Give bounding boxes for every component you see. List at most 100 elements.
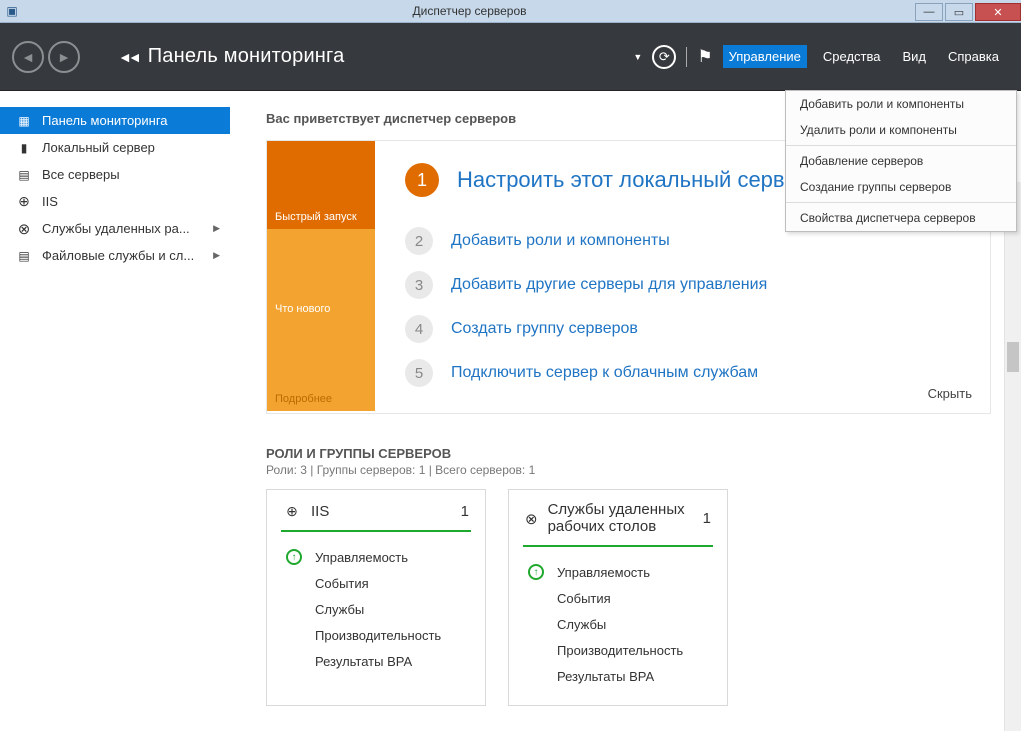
tile-row-label: Управляемость	[557, 565, 650, 580]
manage-dropdown: Добавить роли и компоненты Удалить роли …	[785, 90, 1017, 232]
tile-header: IIS 1	[283, 502, 469, 520]
tile-row[interactable]: События	[525, 585, 711, 611]
chevron-right-icon: ▶	[213, 250, 220, 261]
flag-icon[interactable]: ⚑	[697, 47, 712, 67]
tile-row[interactable]: Службы	[525, 611, 711, 637]
sidebar-item-rds[interactable]: Службы удаленных ра... ▶	[0, 215, 230, 242]
menu-tools[interactable]: Средства	[817, 45, 887, 68]
status-bar	[281, 530, 471, 532]
sidebar-item-label: Панель мониторинга	[42, 113, 168, 128]
maximize-button[interactable]: ▭	[945, 3, 973, 21]
step-label: Настроить этот локальный серв	[457, 167, 785, 193]
header-right: ▼ ⟳ ⚑ Управление Средства Вид Справка	[633, 45, 1005, 69]
sidebar-item-iis[interactable]: IIS	[0, 188, 230, 215]
tile-count: 1	[703, 510, 711, 527]
sidebar-item-label: Службы удаленных ра...	[42, 221, 190, 236]
tile-row[interactable]: ↑ Управляемость	[283, 544, 469, 570]
sidebar-item-all[interactable]: Все серверы	[0, 161, 230, 188]
menu-view[interactable]: Вид	[896, 45, 932, 68]
sidebar-item-fileservices[interactable]: Файловые службы и сл... ▶	[0, 242, 230, 269]
chevron-left-icon: ◄◄	[118, 49, 138, 65]
dd-separator	[786, 145, 1016, 146]
scrollbar-thumb[interactable]	[1007, 342, 1019, 372]
sidebar-item-local[interactable]: Локальный сервер	[0, 134, 230, 161]
tile-row[interactable]: Результаты BPA	[283, 648, 469, 674]
dd-remove-roles[interactable]: Удалить роли и компоненты	[786, 117, 1016, 143]
tile-header: Службы удаленных рабочих столов 1	[525, 502, 711, 535]
tiles-row: IIS 1 ↑ Управляемость События Службы Про…	[266, 489, 1021, 706]
chevron-right-icon: ▶	[213, 223, 220, 234]
servers-icon	[16, 167, 32, 183]
sidebar: Панель мониторинга Локальный сервер Все …	[0, 91, 230, 731]
tile-row-label: События	[315, 576, 369, 591]
header-bar: ◄ ► ◄◄ Панель мониторинга ▼ ⟳ ⚑ Управлен…	[0, 23, 1021, 91]
step-label: Добавить роли и компоненты	[451, 232, 670, 250]
whats-new-tab[interactable]: Что нового	[267, 229, 375, 321]
sidebar-item-dashboard[interactable]: Панель мониторинга	[0, 107, 230, 134]
divider	[686, 47, 687, 67]
rds-icon	[525, 510, 538, 528]
tile-row[interactable]: События	[283, 570, 469, 596]
status-up-icon: ↑	[527, 563, 545, 581]
panel-left-column: Быстрый запуск Что нового Подробнее	[267, 141, 375, 413]
tile-row-label: Службы	[315, 602, 364, 617]
window-title: Диспетчер серверов	[24, 4, 915, 18]
tile-row-label: Службы	[557, 617, 606, 632]
step-4[interactable]: 4 Создать группу серверов	[405, 315, 972, 343]
back-button[interactable]: ◄	[12, 41, 44, 73]
hide-link[interactable]: Скрыть	[928, 386, 972, 401]
minimize-button[interactable]: —	[915, 3, 943, 21]
disk-icon	[16, 248, 32, 264]
step-number: 4	[405, 315, 433, 343]
roles-header: РОЛИ И ГРУППЫ СЕРВЕРОВ	[266, 446, 1021, 461]
dd-separator	[786, 202, 1016, 203]
tile-iis[interactable]: IIS 1 ↑ Управляемость События Службы Про…	[266, 489, 486, 706]
tile-row[interactable]: Службы	[283, 596, 469, 622]
menu-manage[interactable]: Управление	[723, 45, 807, 68]
scrollbar[interactable]	[1004, 182, 1021, 731]
breadcrumb: ◄◄ Панель мониторинга	[118, 45, 344, 68]
dd-properties[interactable]: Свойства диспетчера серверов	[786, 205, 1016, 231]
tile-row[interactable]: ↑ Управляемость	[525, 559, 711, 585]
tile-row-label: Производительность	[315, 628, 441, 643]
step-5[interactable]: 5 Подключить сервер к облачным службам	[405, 359, 972, 387]
step-number: 3	[405, 271, 433, 299]
dd-add-roles[interactable]: Добавить роли и компоненты	[786, 91, 1016, 117]
tile-row[interactable]: Производительность	[283, 622, 469, 648]
menu-help[interactable]: Справка	[942, 45, 1005, 68]
dashboard-icon	[16, 113, 32, 129]
quick-start-tab[interactable]: Быстрый запуск	[267, 141, 375, 229]
globe-icon	[283, 502, 301, 520]
dd-add-servers[interactable]: Добавление серверов	[786, 148, 1016, 174]
globe-icon	[16, 194, 32, 210]
rds-icon	[16, 221, 32, 237]
sidebar-item-label: Локальный сервер	[42, 140, 155, 155]
roles-subheader: Роли: 3 | Группы серверов: 1 | Всего сер…	[266, 463, 1021, 477]
step-label: Подключить сервер к облачным службам	[451, 364, 758, 382]
tile-rds[interactable]: Службы удаленных рабочих столов 1 ↑ Упра…	[508, 489, 728, 706]
tile-row-label: Управляемость	[315, 550, 408, 565]
server-icon	[16, 140, 32, 156]
sidebar-item-label: Все серверы	[42, 167, 120, 182]
step-3[interactable]: 3 Добавить другие серверы для управления	[405, 271, 972, 299]
tile-title: IIS	[311, 503, 329, 520]
breadcrumb-label: Панель мониторинга	[148, 45, 345, 68]
refresh-icon[interactable]: ⟳	[652, 45, 676, 69]
tile-row-label: Производительность	[557, 643, 683, 658]
dd-create-group[interactable]: Создание группы серверов	[786, 174, 1016, 200]
close-button[interactable]: ✕	[975, 3, 1021, 21]
dropdown-arrow-icon[interactable]: ▼	[633, 52, 642, 62]
step-number: 1	[405, 163, 439, 197]
status-bar	[523, 545, 713, 547]
tile-row-label: Результаты BPA	[315, 654, 412, 669]
learn-more-tab[interactable]: Подробнее	[267, 321, 375, 411]
tile-count: 1	[461, 503, 469, 520]
tile-row[interactable]: Производительность	[525, 637, 711, 663]
step-label: Добавить другие серверы для управления	[451, 276, 767, 294]
step-label: Создать группу серверов	[451, 320, 638, 338]
step-number: 5	[405, 359, 433, 387]
tile-row[interactable]: Результаты BPA	[525, 663, 711, 689]
sidebar-item-label: IIS	[42, 194, 58, 209]
app-icon: ▣	[0, 4, 24, 18]
forward-button[interactable]: ►	[48, 41, 80, 73]
